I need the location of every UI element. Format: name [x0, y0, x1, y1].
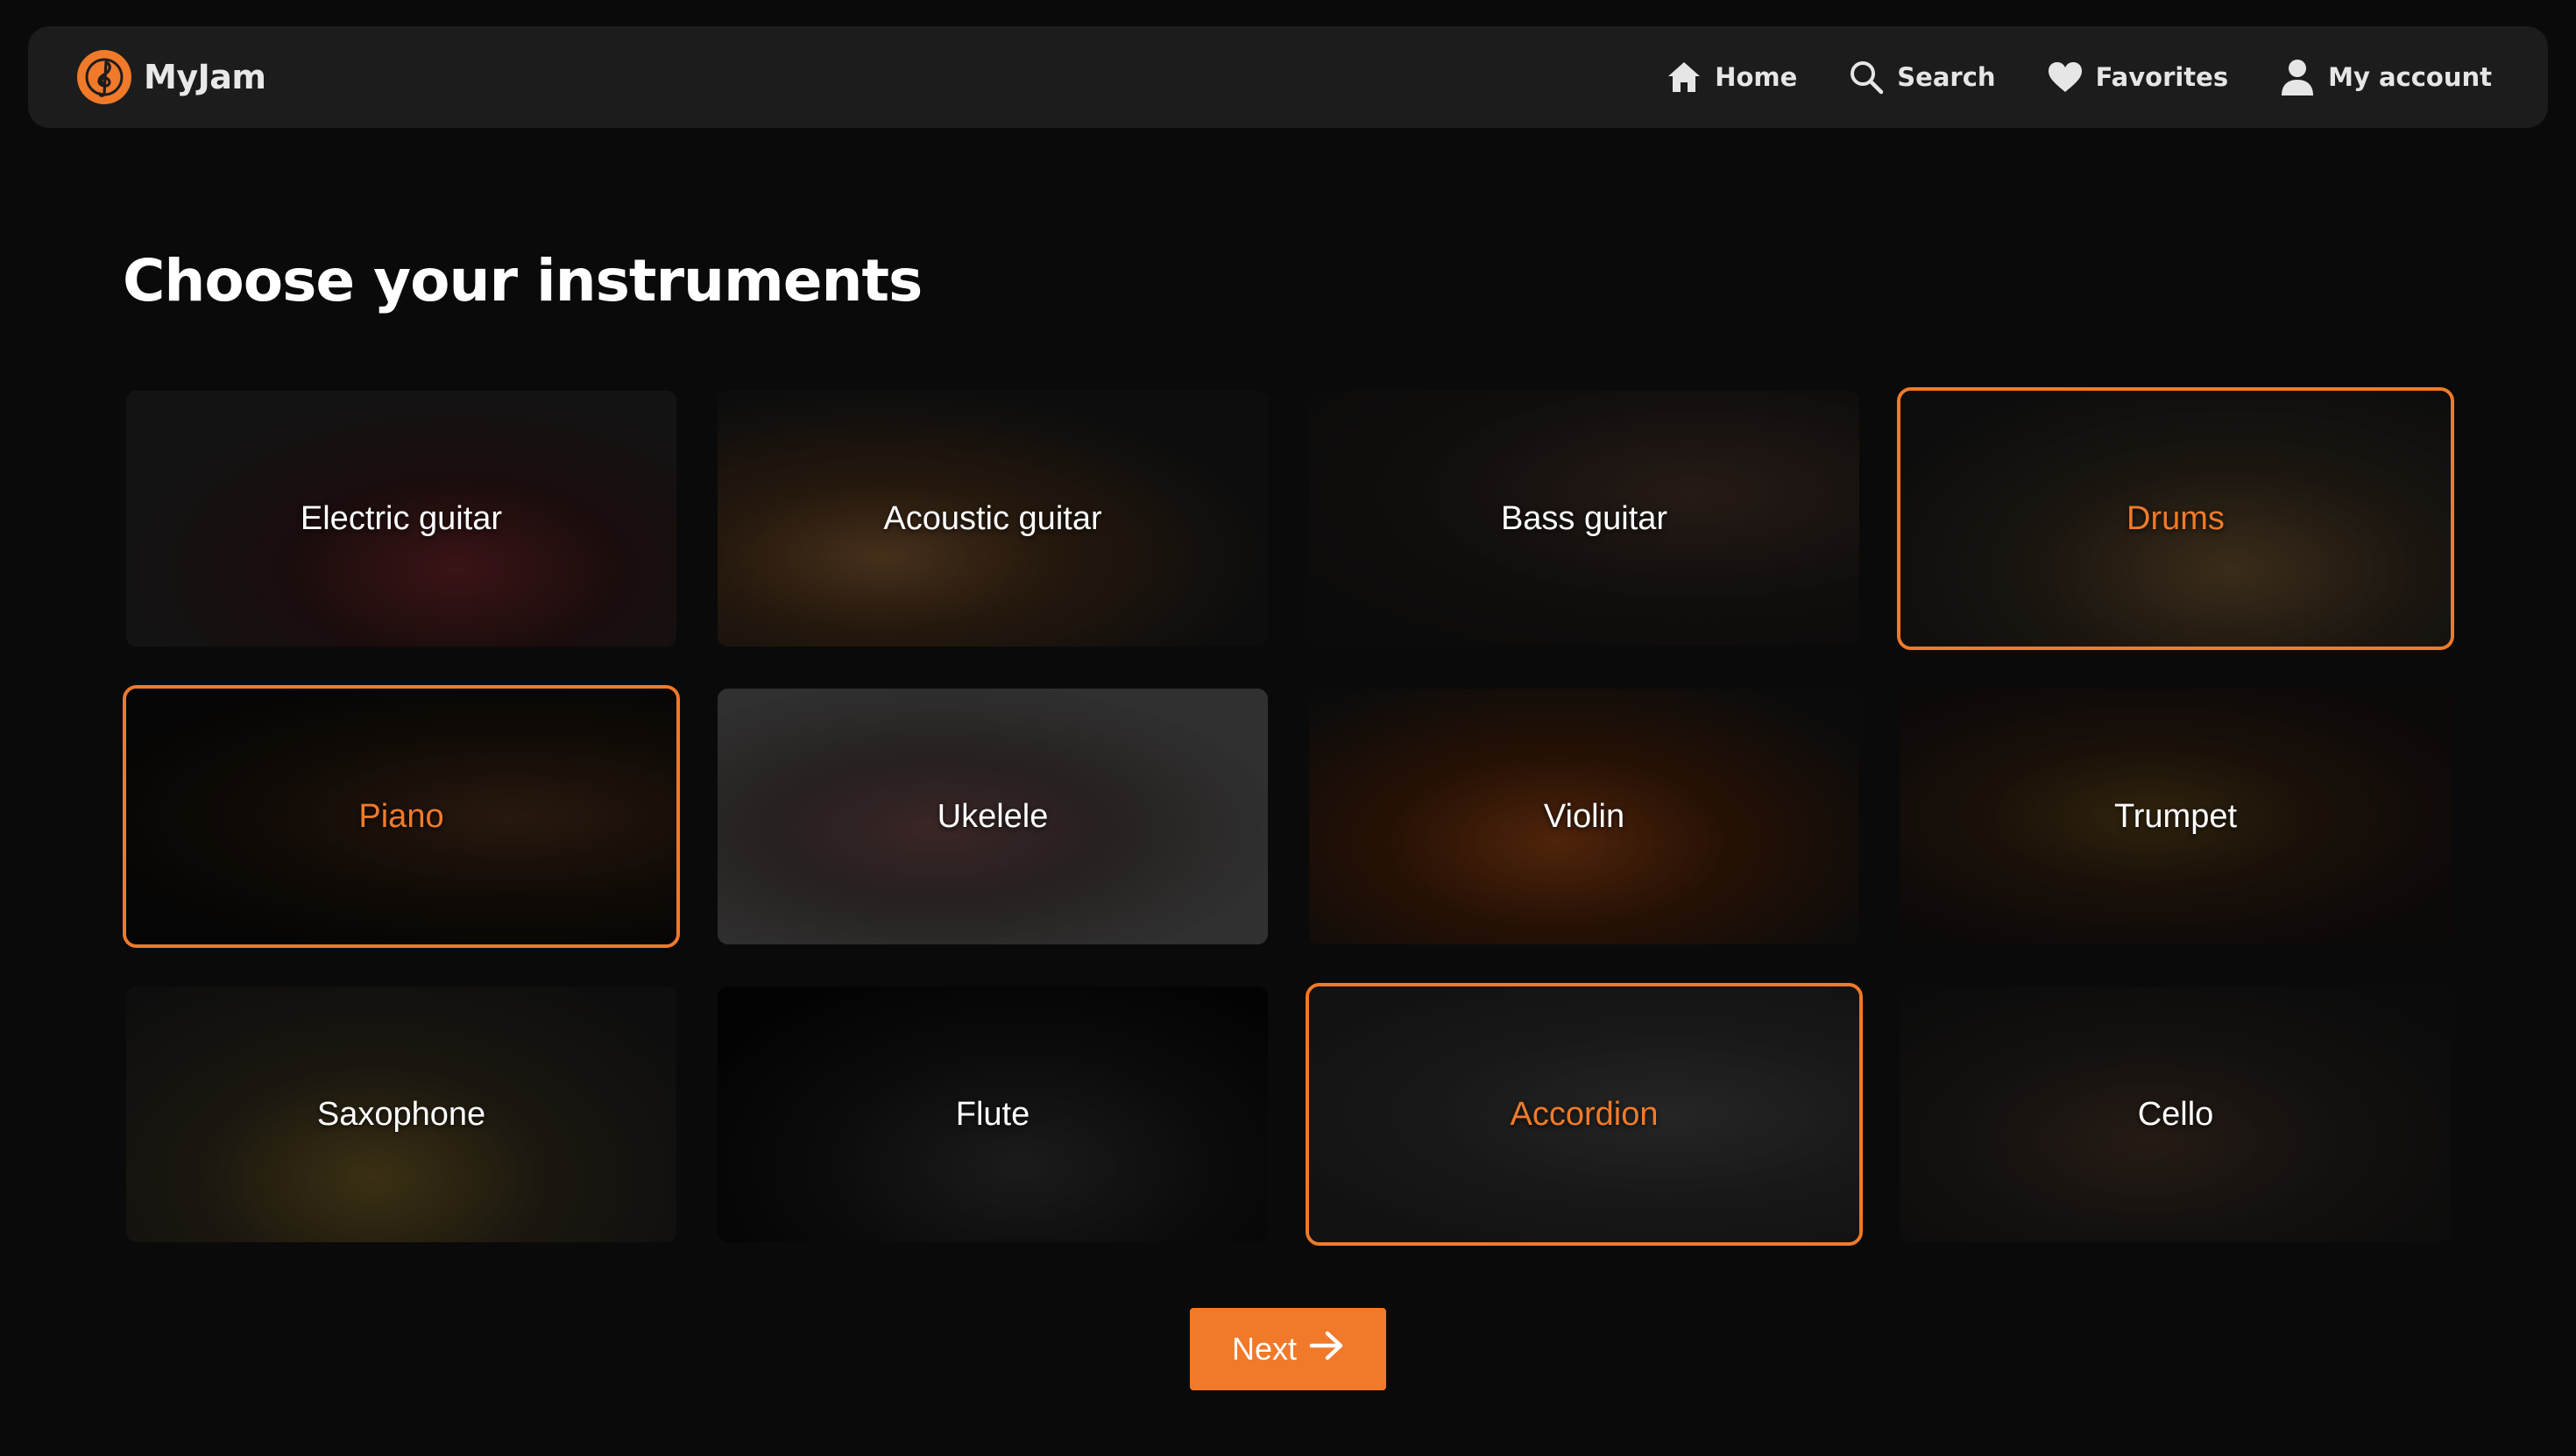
instrument-card-electric-guitar[interactable]: Electric guitar	[123, 387, 680, 650]
heart-icon	[2047, 59, 2084, 95]
nav-search[interactable]: Search	[1848, 59, 1996, 95]
nav-search-label: Search	[1897, 62, 1996, 92]
instrument-card-acoustic-guitar[interactable]: Acoustic guitar	[714, 387, 1271, 650]
instrument-label: Bass guitar	[1500, 499, 1668, 537]
user-icon	[2279, 59, 2316, 95]
brand[interactable]: MyJam	[77, 50, 266, 104]
instrument-card-cello[interactable]: Cello	[1897, 983, 2454, 1246]
nav-home-label: Home	[1715, 62, 1798, 92]
instrument-card-bass-guitar[interactable]: Bass guitar	[1306, 387, 1863, 650]
arrow-right-icon	[1309, 1331, 1344, 1368]
nav-home[interactable]: Home	[1666, 59, 1797, 95]
instrument-card-ukelele[interactable]: Ukelele	[714, 685, 1271, 948]
nav-my-account[interactable]: My account	[2279, 59, 2492, 95]
instrument-label: Violin	[1543, 797, 1625, 835]
top-navbar: MyJam Home Search Favorites My account	[28, 26, 2548, 128]
treble-clef-icon	[77, 50, 131, 104]
instrument-label: Acoustic guitar	[883, 499, 1102, 537]
next-button[interactable]: Next	[1190, 1308, 1386, 1390]
nav-favorites-label: Favorites	[2095, 62, 2229, 92]
instrument-grid: Electric guitar Acoustic guitar Bass gui…	[123, 387, 2454, 1246]
instrument-card-piano[interactable]: Piano	[123, 685, 680, 948]
instrument-label: Piano	[358, 797, 444, 835]
instrument-label: Electric guitar	[300, 499, 503, 537]
nav-my-account-label: My account	[2328, 62, 2492, 92]
nav-favorites[interactable]: Favorites	[2047, 59, 2229, 95]
instrument-card-drums[interactable]: Drums	[1897, 387, 2454, 650]
instrument-label: Flute	[955, 1095, 1030, 1133]
nav-links: Home Search Favorites My account	[1666, 59, 2492, 95]
search-icon	[1848, 59, 1885, 95]
instrument-label: Saxophone	[316, 1095, 486, 1133]
instrument-card-violin[interactable]: Violin	[1306, 685, 1863, 948]
instrument-card-accordion[interactable]: Accordion	[1306, 983, 1863, 1246]
next-button-label: Next	[1231, 1331, 1298, 1367]
instrument-label: Ukelele	[937, 797, 1049, 835]
page-title: Choose your instruments	[123, 247, 923, 315]
instrument-card-saxophone[interactable]: Saxophone	[123, 983, 680, 1246]
instrument-label: Drums	[2127, 499, 2225, 537]
instrument-label: Accordion	[1510, 1095, 1659, 1133]
instrument-label: Cello	[2137, 1095, 2214, 1133]
home-icon	[1666, 59, 1702, 95]
instrument-label: Trumpet	[2113, 797, 2238, 835]
instrument-card-flute[interactable]: Flute	[714, 983, 1271, 1246]
brand-name: MyJam	[144, 58, 266, 96]
instrument-card-trumpet[interactable]: Trumpet	[1897, 685, 2454, 948]
